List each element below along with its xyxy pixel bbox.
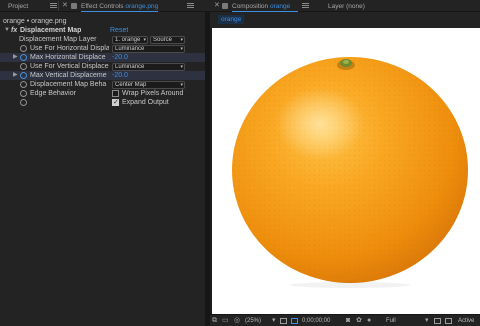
expand-output-label: Expand Output bbox=[122, 99, 169, 106]
fx-icon[interactable]: fx bbox=[11, 26, 17, 35]
stopwatch-icon[interactable] bbox=[20, 99, 27, 106]
dropdown-value: Luminance bbox=[115, 46, 145, 52]
param-displacement-map-behavior: Displacement Map Beha Center Map ▾ bbox=[0, 80, 205, 89]
effect-controls-panel: orange • orange.png ▼ fx Displacement Ma… bbox=[0, 12, 205, 326]
layer-dropdown[interactable]: 1. orange ▾ bbox=[112, 36, 148, 44]
tab-effect-controls-file: orange.png bbox=[125, 3, 159, 10]
horizontal-channel-dropdown[interactable]: Luminance ▾ bbox=[112, 45, 185, 53]
param-label: Use For Vertical Displace bbox=[30, 63, 109, 70]
dropdown-value: Luminance bbox=[115, 64, 145, 70]
camera-icon[interactable]: ◙ bbox=[346, 317, 350, 325]
grid-icon[interactable] bbox=[280, 318, 287, 324]
fast-preview-icon[interactable] bbox=[445, 318, 452, 324]
tab-separator bbox=[58, 1, 59, 11]
param-edge-behavior: Edge Behavior Wrap Pixels Around bbox=[0, 89, 205, 98]
stopwatch-icon[interactable] bbox=[20, 54, 27, 61]
dropdown-value: 1. orange bbox=[115, 37, 141, 43]
lock-icon[interactable] bbox=[71, 3, 77, 9]
param-expand-output: Expand Output bbox=[0, 98, 205, 107]
tab-composition-name: orange bbox=[269, 3, 291, 10]
stopwatch-icon[interactable] bbox=[20, 72, 27, 79]
wrap-pixels-label: Wrap Pixels Around bbox=[122, 90, 184, 97]
monitor-icon[interactable]: ▭ bbox=[222, 317, 229, 325]
always-preview-icon[interactable]: ⧉ bbox=[212, 317, 217, 325]
source-dropdown[interactable]: Source ▾ bbox=[150, 36, 185, 44]
twirl-arrow-icon[interactable]: ▶ bbox=[13, 53, 18, 62]
resolution[interactable]: Full bbox=[386, 317, 396, 325]
lock-icon[interactable] bbox=[222, 3, 228, 9]
param-displacement-map-layer: Displacement Map Layer 1. orange ▾ Source… bbox=[0, 35, 205, 44]
tab-composition-label: Composition bbox=[232, 3, 269, 10]
map-behavior-dropdown[interactable]: Center Map ▾ bbox=[112, 81, 185, 89]
close-icon[interactable]: ✕ bbox=[214, 1, 220, 11]
chevron-down-icon[interactable]: ▾ bbox=[272, 317, 276, 325]
chevron-down-icon[interactable]: ▾ bbox=[425, 317, 429, 325]
wrap-pixels-checkbox[interactable] bbox=[112, 90, 119, 97]
chevron-down-icon: ▾ bbox=[180, 82, 183, 88]
mask-icon[interactable]: ◎ bbox=[234, 317, 240, 325]
tab-project[interactable]: Project bbox=[8, 1, 28, 12]
max-vertical-value[interactable]: -20.0 bbox=[112, 71, 128, 80]
panel-tab-bar: Project ✕ Effect Controls orange.png ✕ C… bbox=[0, 0, 480, 12]
param-label: Displacement Map Layer bbox=[19, 36, 97, 43]
composition-canvas bbox=[212, 28, 480, 314]
param-label: Displacement Map Beha bbox=[30, 81, 107, 88]
stopwatch-icon[interactable] bbox=[20, 81, 27, 88]
vertical-channel-dropdown[interactable]: Luminance ▾ bbox=[112, 63, 185, 71]
reset-link[interactable]: Reset bbox=[110, 26, 128, 35]
channel-icon[interactable]: ● bbox=[367, 317, 371, 325]
breadcrumb-text: orange • orange.png bbox=[3, 18, 67, 25]
dropdown-value: Source bbox=[153, 37, 173, 43]
param-max-vertical: ▶ Max Vertical Displaceme -20.0 bbox=[0, 71, 205, 80]
close-icon[interactable]: ✕ bbox=[62, 1, 68, 11]
chevron-down-icon: ▾ bbox=[180, 37, 183, 43]
dropdown-value: Center Map bbox=[115, 82, 147, 88]
timecode[interactable]: 0;00;00;00 bbox=[302, 317, 330, 325]
twirl-arrow-icon[interactable]: ▶ bbox=[13, 71, 18, 80]
expand-output-checkbox[interactable] bbox=[112, 98, 119, 107]
param-label: Max Horizontal Displace bbox=[30, 54, 106, 61]
menu-icon[interactable] bbox=[302, 3, 309, 8]
breadcrumb: orange • orange.png bbox=[0, 17, 205, 26]
composition-viewer[interactable] bbox=[210, 28, 480, 315]
param-use-for-vertical: Use For Vertical Displace Luminance ▾ bbox=[0, 62, 205, 71]
menu-icon[interactable] bbox=[50, 3, 57, 8]
zoom-level[interactable]: (25%) bbox=[245, 317, 261, 325]
composition-panel: orange ⧉ ▭ ◎ (25%) ▾ 0;00;00;00 ◙ ✿ ● Fu… bbox=[210, 12, 480, 326]
param-label: Max Vertical Displaceme bbox=[30, 72, 107, 79]
param-use-for-horizontal: Use For Horizontal Displa Luminance ▾ bbox=[0, 44, 205, 53]
tab-layer[interactable]: Layer (none) bbox=[328, 1, 365, 12]
twirl-arrow-icon[interactable]: ▼ bbox=[4, 26, 10, 35]
stopwatch-icon[interactable] bbox=[20, 45, 27, 52]
active-camera[interactable]: Active bbox=[458, 317, 474, 325]
effect-name[interactable]: Displacement Map bbox=[20, 26, 81, 35]
stopwatch-icon[interactable] bbox=[20, 63, 27, 70]
effect-header-row[interactable]: ▼ fx Displacement Map Reset bbox=[0, 26, 205, 35]
chevron-down-icon: ▾ bbox=[143, 37, 146, 43]
max-horizontal-value[interactable]: -20.0 bbox=[112, 53, 128, 62]
region-of-interest-icon[interactable] bbox=[291, 318, 298, 324]
tab-effect-controls-label: Effect Controls bbox=[81, 3, 124, 10]
param-label: Use For Horizontal Displa bbox=[30, 45, 109, 52]
menu-icon[interactable] bbox=[187, 3, 194, 8]
param-max-horizontal: ▶ Max Horizontal Displace -20.0 bbox=[0, 53, 205, 62]
stopwatch-icon[interactable] bbox=[20, 90, 27, 97]
param-label: Edge Behavior bbox=[30, 90, 76, 97]
composition-subtab[interactable]: orange bbox=[218, 15, 245, 24]
chevron-down-icon: ▾ bbox=[180, 46, 183, 52]
color-management-icon[interactable]: ✿ bbox=[356, 317, 362, 325]
transparency-grid-icon[interactable] bbox=[434, 318, 441, 324]
viewer-toolbar: ⧉ ▭ ◎ (25%) ▾ 0;00;00;00 ◙ ✿ ● Full ▾ Ac… bbox=[210, 314, 480, 326]
chevron-down-icon: ▾ bbox=[180, 64, 183, 70]
orange-image bbox=[232, 57, 468, 288]
